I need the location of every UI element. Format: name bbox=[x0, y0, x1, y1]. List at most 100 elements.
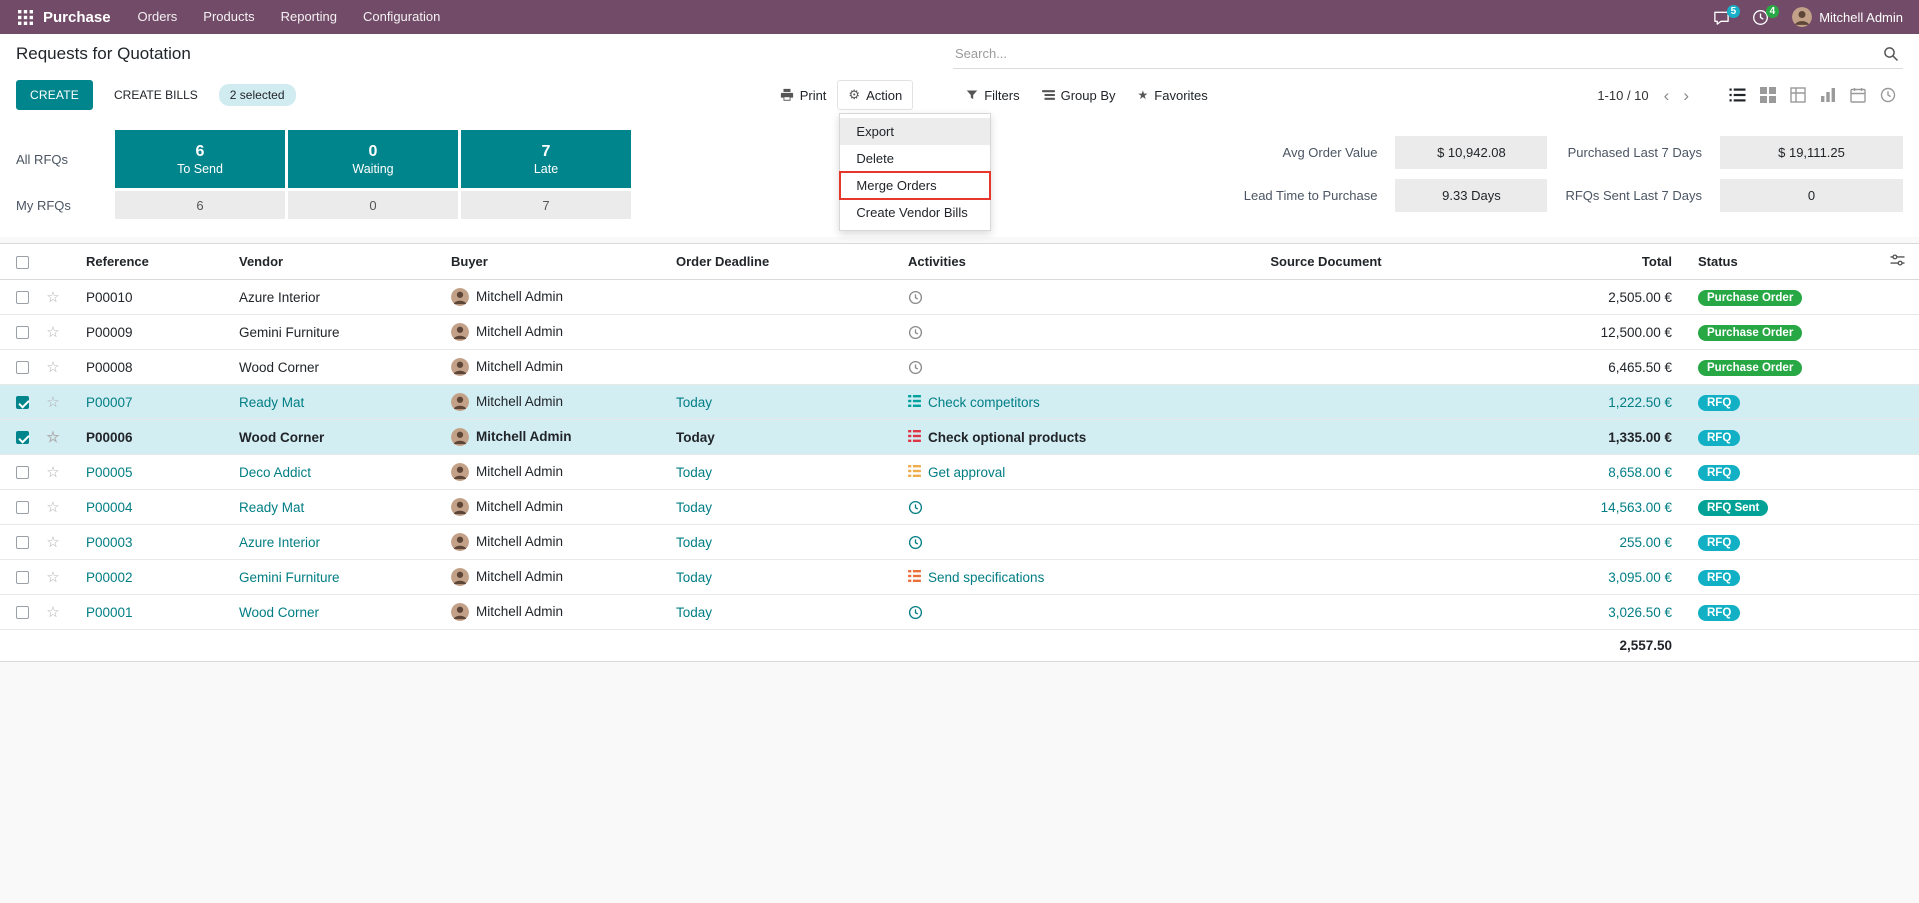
row-select-cell[interactable] bbox=[0, 384, 36, 420]
activities-cell[interactable]: Check optional products bbox=[896, 419, 1136, 455]
reference-cell[interactable]: P00005 bbox=[70, 454, 227, 490]
vendor-cell[interactable]: Wood Corner bbox=[227, 419, 439, 455]
order-deadline-cell[interactable] bbox=[664, 349, 896, 385]
action-item-merge-orders[interactable]: Merge Orders bbox=[839, 171, 992, 200]
source-document-cell[interactable] bbox=[1136, 594, 1516, 630]
kpi-purchased-last-7-days-value[interactable]: $ 19,111.25 bbox=[1720, 136, 1903, 169]
pager-next-button[interactable]: › bbox=[1676, 87, 1696, 104]
row-checkbox[interactable] bbox=[16, 536, 29, 550]
favorite-star-icon[interactable]: ☆ bbox=[46, 499, 59, 516]
row-star-cell[interactable]: ☆ bbox=[36, 524, 70, 560]
vendor-cell[interactable]: Ready Mat bbox=[227, 489, 439, 525]
row-checkbox[interactable] bbox=[16, 466, 29, 480]
order-deadline-cell[interactable]: Today bbox=[664, 559, 896, 595]
user-menu[interactable]: Mitchell Admin bbox=[1780, 7, 1909, 27]
action-item-delete[interactable]: Delete bbox=[840, 145, 990, 172]
column-header-reference[interactable]: Reference bbox=[70, 243, 227, 280]
row-star-cell[interactable]: ☆ bbox=[36, 454, 70, 490]
vendor-cell[interactable]: Wood Corner bbox=[227, 349, 439, 385]
activities-cell[interactable]: Send specifications bbox=[896, 559, 1136, 595]
status-cell[interactable]: Purchase Order bbox=[1686, 349, 1876, 385]
row-checkbox[interactable] bbox=[16, 361, 29, 375]
vendor-cell[interactable]: Wood Corner bbox=[227, 594, 439, 630]
kpi-rfqs-sent-last-7-days-value[interactable]: 0 bbox=[1720, 179, 1903, 212]
menu-configuration[interactable]: Configuration bbox=[350, 0, 453, 34]
search-icon[interactable] bbox=[1879, 44, 1903, 64]
row-star-cell[interactable]: ☆ bbox=[36, 384, 70, 420]
source-document-cell[interactable] bbox=[1136, 279, 1516, 315]
buyer-cell[interactable]: Mitchell Admin bbox=[439, 419, 664, 455]
rfq-row[interactable]: ☆ P00010 Azure Interior Mitchell Admin 2,505… bbox=[0, 279, 1919, 315]
favorites-button[interactable]: ★ Favorites bbox=[1127, 81, 1219, 110]
status-cell[interactable]: RFQ bbox=[1686, 419, 1876, 455]
app-name[interactable]: Purchase bbox=[43, 9, 111, 26]
reference-cell[interactable]: P00006 bbox=[70, 419, 227, 455]
optional-columns-toggle[interactable] bbox=[1876, 243, 1919, 280]
kpi-avg-order-value-value[interactable]: $ 10,942.08 bbox=[1395, 136, 1548, 169]
row-select-cell[interactable] bbox=[0, 524, 36, 560]
stat-waiting-all[interactable]: 0 Waiting bbox=[288, 130, 458, 188]
view-pivot-button[interactable] bbox=[1783, 81, 1813, 109]
schedule-activity-clock-icon[interactable] bbox=[908, 605, 923, 620]
row-star-cell[interactable]: ☆ bbox=[36, 314, 70, 350]
stat-late-my[interactable]: 7 bbox=[461, 191, 631, 219]
schedule-activity-clock-icon[interactable] bbox=[908, 500, 923, 515]
activity-item[interactable]: Get approval bbox=[908, 464, 1005, 480]
source-document-cell[interactable] bbox=[1136, 314, 1516, 350]
buyer-cell[interactable]: Mitchell Admin bbox=[439, 524, 664, 560]
source-document-cell[interactable] bbox=[1136, 489, 1516, 525]
activity-item[interactable]: Check competitors bbox=[908, 394, 1040, 410]
schedule-activity-clock-icon[interactable] bbox=[908, 360, 923, 375]
favorite-star-icon[interactable]: ☆ bbox=[46, 604, 59, 621]
favorite-star-icon[interactable]: ☆ bbox=[46, 464, 59, 481]
row-select-cell[interactable] bbox=[0, 314, 36, 350]
rfq-row[interactable]: ☆ P00003 Azure Interior Mitchell Admin Today… bbox=[0, 524, 1919, 560]
buyer-cell[interactable]: Mitchell Admin bbox=[439, 489, 664, 525]
stat-to-send-my[interactable]: 6 bbox=[115, 191, 285, 219]
buyer-cell[interactable]: Mitchell Admin bbox=[439, 314, 664, 350]
stat-late-all[interactable]: 7 Late bbox=[461, 130, 631, 188]
column-header-total[interactable]: Total bbox=[1516, 243, 1686, 280]
activities-button[interactable]: 4 bbox=[1741, 4, 1780, 30]
rfq-row[interactable]: ☆ P00006 Wood Corner Mitchell Admin Today Che… bbox=[0, 419, 1919, 455]
total-cell[interactable]: 1,335.00 € bbox=[1516, 419, 1686, 455]
status-cell[interactable]: RFQ bbox=[1686, 384, 1876, 420]
order-deadline-cell[interactable]: Today bbox=[664, 454, 896, 490]
pager-previous-button[interactable]: ‹ bbox=[1657, 87, 1677, 104]
filters-button[interactable]: Filters bbox=[955, 81, 1030, 110]
favorite-star-icon[interactable]: ☆ bbox=[46, 569, 59, 586]
action-item-export[interactable]: Export bbox=[840, 118, 991, 145]
rfq-row[interactable]: ☆ P00007 Ready Mat Mitchell Admin Today Check… bbox=[0, 384, 1919, 420]
activity-label[interactable]: Send specifications bbox=[928, 570, 1044, 585]
buyer-cell[interactable]: Mitchell Admin bbox=[439, 594, 664, 630]
status-cell[interactable]: Purchase Order bbox=[1686, 314, 1876, 350]
row-select-cell[interactable] bbox=[0, 454, 36, 490]
messages-button[interactable]: 5 bbox=[1702, 4, 1741, 30]
total-cell[interactable]: 8,658.00 € bbox=[1516, 454, 1686, 490]
view-list-button[interactable] bbox=[1722, 81, 1753, 109]
activities-cell[interactable] bbox=[896, 349, 1136, 385]
print-button[interactable]: Print bbox=[769, 81, 838, 110]
row-select-cell[interactable] bbox=[0, 594, 36, 630]
view-graph-button[interactable] bbox=[1813, 81, 1843, 109]
row-checkbox[interactable] bbox=[16, 501, 29, 515]
source-document-cell[interactable] bbox=[1136, 384, 1516, 420]
reference-cell[interactable]: P00003 bbox=[70, 524, 227, 560]
row-checkbox[interactable] bbox=[16, 571, 29, 585]
favorite-star-icon[interactable]: ☆ bbox=[46, 394, 59, 411]
rfq-row[interactable]: ☆ P00009 Gemini Furniture Mitchell Admin 12,… bbox=[0, 314, 1919, 350]
stat-waiting-my[interactable]: 0 bbox=[288, 191, 458, 219]
source-document-cell[interactable] bbox=[1136, 524, 1516, 560]
column-header-vendor[interactable]: Vendor bbox=[227, 243, 439, 280]
activity-label[interactable]: Check competitors bbox=[928, 395, 1040, 410]
reference-cell[interactable]: P00007 bbox=[70, 384, 227, 420]
order-deadline-cell[interactable]: Today bbox=[664, 594, 896, 630]
buyer-cell[interactable]: Mitchell Admin bbox=[439, 279, 664, 315]
vendor-cell[interactable]: Azure Interior bbox=[227, 524, 439, 560]
source-document-cell[interactable] bbox=[1136, 454, 1516, 490]
rfq-row[interactable]: ☆ P00004 Ready Mat Mitchell Admin Today 14,56… bbox=[0, 489, 1919, 525]
view-kanban-button[interactable] bbox=[1753, 81, 1783, 109]
order-deadline-cell[interactable]: Today bbox=[664, 384, 896, 420]
total-cell[interactable]: 3,026.50 € bbox=[1516, 594, 1686, 630]
rfq-row[interactable]: ☆ P00008 Wood Corner Mitchell Admin 6,465.50… bbox=[0, 349, 1919, 385]
